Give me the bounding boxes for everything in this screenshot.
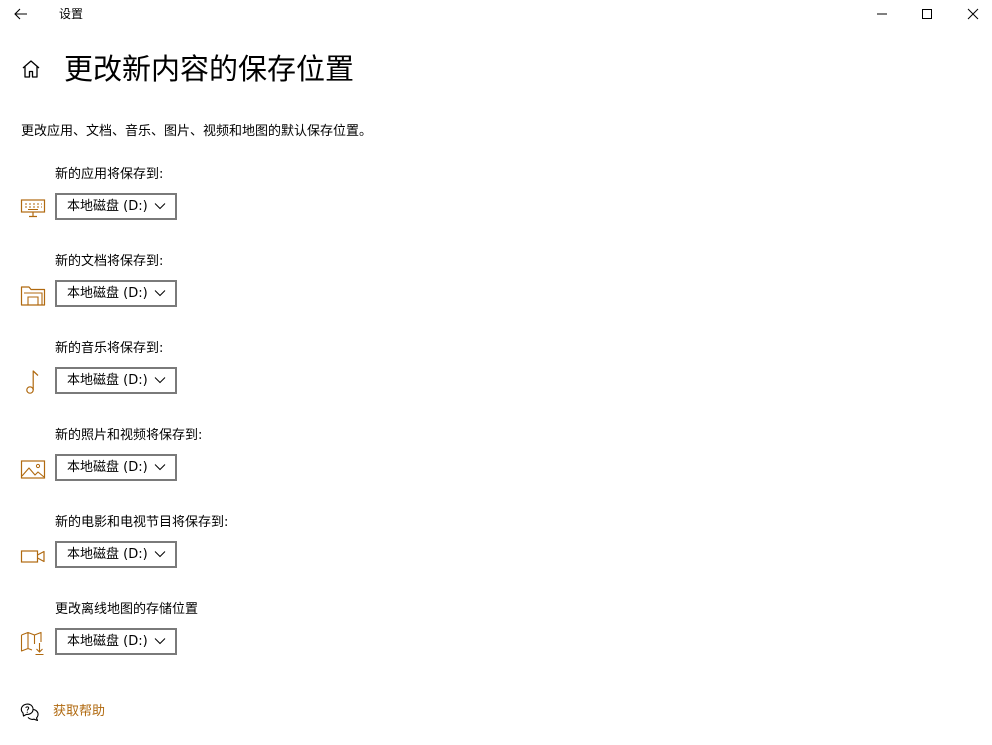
dropdown-value: 本地磁盘 (D:) <box>67 285 148 301</box>
help-section <box>20 702 40 722</box>
dropdown-value: 本地磁盘 (D:) <box>67 633 148 649</box>
help-chat-icon[interactable] <box>20 702 40 722</box>
home-icon[interactable] <box>20 58 42 80</box>
page-title: 更改新内容的保存位置 <box>64 52 355 86</box>
close-button[interactable] <box>950 0 992 28</box>
monitor-icon <box>20 199 46 218</box>
minimize-button[interactable] <box>859 0 905 28</box>
chevron-down-icon <box>154 203 166 210</box>
close-icon <box>967 8 979 20</box>
music-save-label: 新的音乐将保存到: <box>55 341 164 356</box>
music-note-icon <box>26 370 39 394</box>
picture-icon <box>20 460 46 479</box>
map-download-icon <box>20 631 44 656</box>
folder-icon <box>20 286 46 306</box>
dropdown-value: 本地磁盘 (D:) <box>67 546 148 562</box>
documents-location-dropdown[interactable]: 本地磁盘 (D:) <box>55 280 177 307</box>
maximize-icon <box>922 9 932 19</box>
movies-tv-save-label: 新的电影和电视节目将保存到: <box>55 515 229 530</box>
minimize-icon <box>877 13 887 15</box>
apps-save-label: 新的应用将保存到: <box>55 167 164 182</box>
offline-maps-location-dropdown[interactable]: 本地磁盘 (D:) <box>55 628 177 655</box>
photos-videos-save-label: 新的照片和视频将保存到: <box>55 428 203 443</box>
chevron-down-icon <box>154 551 166 558</box>
chevron-down-icon <box>154 377 166 384</box>
chevron-down-icon <box>154 290 166 297</box>
page-description: 更改应用、文档、音乐、图片、视频和地图的默认保存位置。 <box>21 124 373 139</box>
video-camera-icon <box>20 550 45 563</box>
music-location-dropdown[interactable]: 本地磁盘 (D:) <box>55 367 177 394</box>
dropdown-value: 本地磁盘 (D:) <box>67 372 148 388</box>
offline-maps-label: 更改离线地图的存储位置 <box>55 602 199 617</box>
movies-tv-location-dropdown[interactable]: 本地磁盘 (D:) <box>55 541 177 568</box>
chevron-down-icon <box>154 464 166 471</box>
chevron-down-icon <box>154 638 166 645</box>
maximize-button[interactable] <box>904 0 950 28</box>
back-button[interactable] <box>8 2 34 26</box>
title-bar: 设置 <box>0 0 992 30</box>
get-help-link[interactable]: 获取帮助 <box>53 703 105 721</box>
back-arrow-icon <box>14 8 27 20</box>
documents-save-label: 新的文档将保存到: <box>55 254 164 269</box>
dropdown-value: 本地磁盘 (D:) <box>67 459 148 475</box>
window-title: 设置 <box>59 7 84 21</box>
apps-location-dropdown[interactable]: 本地磁盘 (D:) <box>55 193 177 220</box>
dropdown-value: 本地磁盘 (D:) <box>67 198 148 214</box>
photos-videos-location-dropdown[interactable]: 本地磁盘 (D:) <box>55 454 177 481</box>
